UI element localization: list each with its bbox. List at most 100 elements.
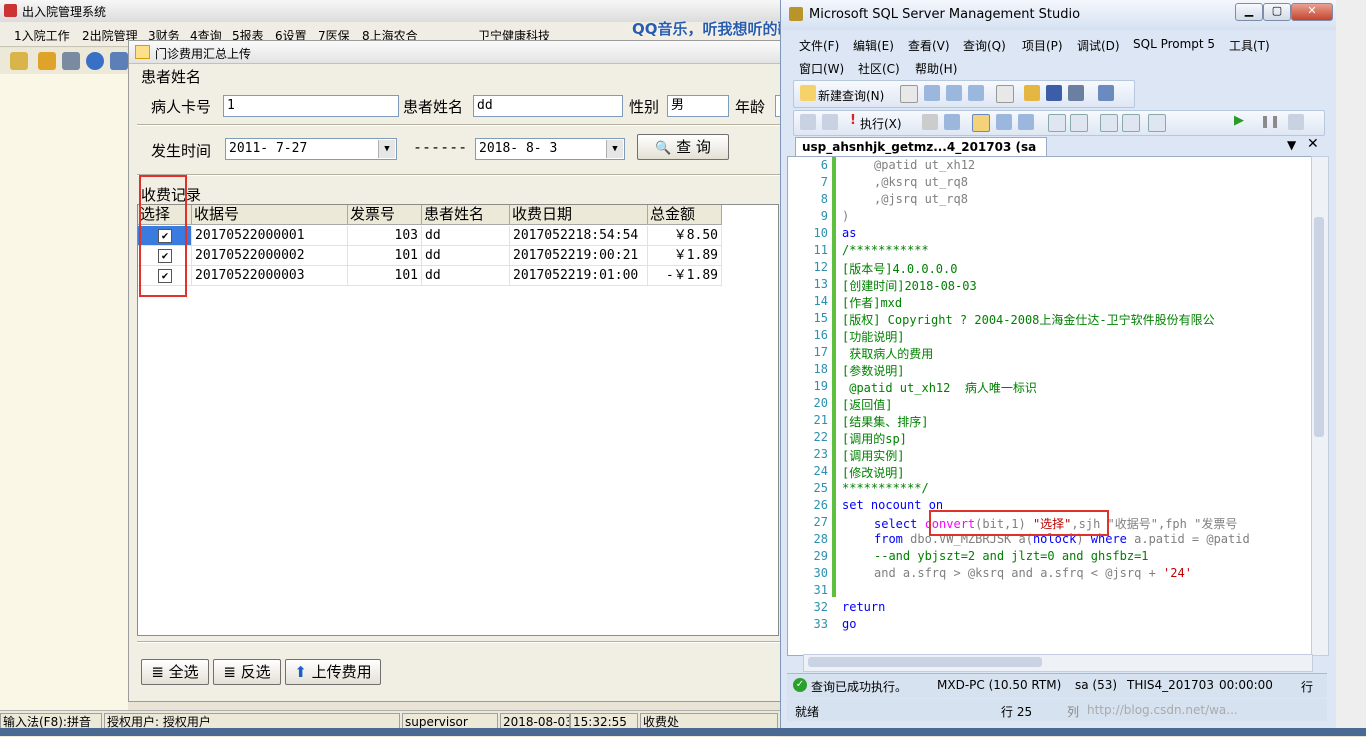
date-to-select[interactable]: 2018- 8- 3 ▼: [475, 138, 625, 160]
menu-tools[interactable]: 工具(T): [1229, 37, 1270, 54]
menu-project[interactable]: 项目(P): [1022, 37, 1063, 54]
line-number: 6: [820, 158, 828, 172]
maximize-icon[interactable]: ▢: [1263, 3, 1291, 21]
db-query-icon[interactable]: [968, 85, 984, 101]
stop-icon[interactable]: [922, 114, 938, 130]
tab-query-editor[interactable]: usp_ahsnhjk_getmz...4_201703 (sa (53)): [795, 137, 1047, 172]
card-input[interactable]: 1: [223, 95, 399, 117]
pause-icon[interactable]: ❚❚: [1260, 114, 1280, 128]
debug-icon[interactable]: [1288, 114, 1304, 130]
ssms-bottom-bar: 就绪 行 25 列 http://blog.csdn.net/wa...: [787, 699, 1327, 721]
monitor-icon[interactable]: [1098, 85, 1114, 101]
new-query-button[interactable]: 新建查询(N): [818, 87, 884, 104]
query-button[interactable]: 🔍 查 询: [637, 134, 729, 160]
query-button-label: 查 询: [676, 138, 711, 156]
menu-view[interactable]: 查看(V): [908, 37, 950, 54]
menu-edit[interactable]: 编辑(E): [853, 37, 894, 54]
menu-help[interactable]: 帮助(H): [915, 60, 957, 77]
line-number: 8: [820, 192, 828, 206]
ssms-title-bar: Microsoft SQL Server Management Studio ▁…: [781, 0, 1337, 30]
uncomment-icon[interactable]: [1070, 114, 1088, 132]
open-folder-icon[interactable]: [1024, 85, 1040, 101]
menu-query[interactable]: 查询(Q): [963, 37, 1006, 54]
line-number: 15: [813, 311, 828, 325]
menu-admission[interactable]: 1入院工作: [14, 27, 70, 44]
close-tab-icon[interactable]: ✕: [1307, 136, 1319, 152]
results-file-icon[interactable]: [1018, 114, 1034, 130]
document-icon[interactable]: [996, 85, 1014, 103]
col-charge-date[interactable]: 收费日期: [510, 205, 648, 225]
date-from-select[interactable]: 2011- 7-27 ▼: [225, 138, 397, 160]
db-query-icon[interactable]: [946, 85, 962, 101]
parse-icon[interactable]: [944, 114, 960, 130]
change-connection-icon[interactable]: [822, 114, 838, 130]
save-icon[interactable]: [1046, 85, 1062, 101]
file-icon[interactable]: [900, 85, 918, 103]
col-patient-name[interactable]: 患者姓名: [422, 205, 510, 225]
status-login: sa (53): [1075, 678, 1118, 692]
name-input[interactable]: dd: [473, 95, 623, 117]
scroll-thumb[interactable]: [808, 657, 1042, 667]
key-icon[interactable]: [38, 52, 56, 70]
code-line: --and ybjszt=2 and jlzt=0 and ghsfbz=1: [874, 549, 1149, 563]
select-all-button[interactable]: ≣ 全选: [141, 659, 209, 685]
chevron-down-icon[interactable]: ▼: [378, 140, 395, 158]
indent-icon[interactable]: [1122, 114, 1140, 132]
arrow-up-icon: ⬆: [294, 663, 307, 681]
line-number: 17: [813, 345, 828, 359]
tab-dropdown-icon[interactable]: ▼: [1287, 138, 1296, 152]
results-text-icon[interactable]: [996, 114, 1012, 130]
print-icon[interactable]: [1068, 85, 1084, 101]
app-title: 出入院管理系统: [22, 5, 107, 19]
results-grid-icon[interactable]: [972, 114, 990, 132]
cell-receipt: 20170522000001: [192, 226, 348, 246]
ssms-toolbar-sql: ! 执行(X) ▶ ❚❚: [793, 110, 1325, 136]
menu-sql-prompt[interactable]: SQL Prompt 5: [1133, 37, 1215, 51]
outdent-icon[interactable]: [1100, 114, 1118, 132]
cell-date: 2017052219:00:21: [510, 246, 648, 266]
line-number: 20: [813, 396, 828, 410]
code-line: [参数说明]: [842, 364, 905, 378]
sql-editor[interactable]: 6 7 8 9 10 11 12 13 14 15 16 17 18 19 20…: [787, 156, 1313, 656]
menu-community[interactable]: 社区(C): [858, 60, 900, 77]
print-icon[interactable]: [62, 52, 80, 70]
menu-window[interactable]: 窗口(W): [799, 60, 844, 77]
db-query-icon[interactable]: [924, 85, 940, 101]
execute-button[interactable]: 执行(X): [860, 115, 902, 132]
menu-file[interactable]: 文件(F): [799, 37, 839, 54]
line-number: 33: [813, 617, 828, 631]
invert-select-label: 反选: [240, 663, 271, 681]
col-total[interactable]: 总金额: [648, 205, 722, 225]
col-receipt[interactable]: 收据号: [192, 205, 348, 225]
minimize-icon[interactable]: ▁: [1235, 3, 1263, 21]
format-icon[interactable]: [1148, 114, 1166, 132]
date-from-value: 2011- 7-27: [229, 141, 308, 156]
cell-date: 2017052218:54:54: [510, 226, 648, 246]
horizontal-scrollbar[interactable]: [803, 654, 1313, 672]
line-number: 10: [813, 226, 828, 240]
tool-icon[interactable]: [110, 52, 128, 70]
code-line: [结果集、排序]: [842, 415, 929, 429]
col-invoice[interactable]: 发票号: [348, 205, 422, 225]
scroll-thumb[interactable]: [1314, 217, 1324, 437]
dialog-title-bar: 门诊费用汇总上传: [129, 41, 781, 64]
ready-status: 就绪: [795, 705, 820, 719]
cell-date: 2017052219:01:00: [510, 266, 648, 286]
upload-button[interactable]: ⬆ 上传费用: [285, 659, 381, 685]
invert-select-button[interactable]: ≣ 反选: [213, 659, 281, 685]
vertical-scrollbar[interactable]: [1311, 156, 1329, 656]
gender-input[interactable]: 男: [667, 95, 729, 117]
connect-icon[interactable]: [800, 114, 816, 130]
help-icon[interactable]: [86, 52, 104, 70]
comment-icon[interactable]: [1048, 114, 1066, 132]
annotation-highlight: [929, 510, 1109, 536]
ssms-app-icon: [789, 7, 803, 21]
cell-invoice: 101: [348, 246, 422, 266]
play-icon[interactable]: ▶: [1234, 113, 1244, 128]
lock-icon[interactable]: [10, 52, 28, 70]
taskbar: [0, 728, 1366, 736]
close-icon[interactable]: ✕: [1291, 3, 1333, 21]
menu-debug[interactable]: 调试(D): [1077, 37, 1120, 54]
chevron-down-icon[interactable]: ▼: [606, 140, 623, 158]
code-line: [调用的sp]: [842, 432, 907, 446]
